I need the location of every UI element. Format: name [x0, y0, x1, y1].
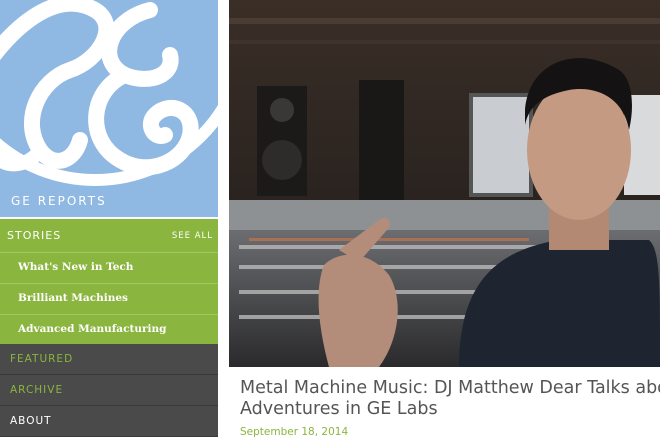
nav-about-label: ABOUT	[10, 415, 52, 427]
article-title-line2: Adventures in GE Labs	[240, 399, 438, 419]
nav-item-label: Advanced Manufacturing	[18, 323, 167, 335]
nav-item-brilliant-machines[interactable]: Brilliant Machines	[0, 283, 218, 315]
dj-studio-photo-icon	[229, 0, 660, 367]
article-hero-image[interactable]	[229, 0, 660, 367]
sidebar: GE REPORTS STORIES SEE ALL What's New in…	[0, 0, 218, 440]
nav-item-advanced-manufacturing[interactable]: Advanced Manufacturing	[0, 314, 218, 346]
brand-header[interactable]: GE REPORTS	[0, 0, 218, 217]
nav-featured-label: FEATURED	[10, 353, 74, 365]
article-date: September 18, 2014	[240, 426, 349, 438]
nav-item-whats-new-in-tech[interactable]: What's New in Tech	[0, 252, 218, 284]
article-title-line1: Metal Machine Music: DJ Matthew Dear Tal…	[240, 378, 660, 398]
nav-stories-label: STORIES	[7, 229, 62, 242]
nav-featured[interactable]: FEATURED	[0, 344, 218, 375]
nav-archive-label: ARCHIVE	[10, 384, 64, 396]
brand-name: GE REPORTS	[11, 194, 107, 208]
nav-stories[interactable]: STORIES SEE ALL	[0, 219, 218, 253]
nav-about[interactable]: ABOUT	[0, 406, 218, 437]
ge-logo-icon	[0, 0, 218, 186]
nav-item-label: Brilliant Machines	[18, 292, 128, 304]
nav-item-label: What's New in Tech	[18, 261, 134, 273]
see-all-link[interactable]: SEE ALL	[172, 231, 213, 241]
article-title[interactable]: Metal Machine Music: DJ Matthew Dear Tal…	[240, 378, 660, 422]
nav-archive[interactable]: ARCHIVE	[0, 375, 218, 406]
